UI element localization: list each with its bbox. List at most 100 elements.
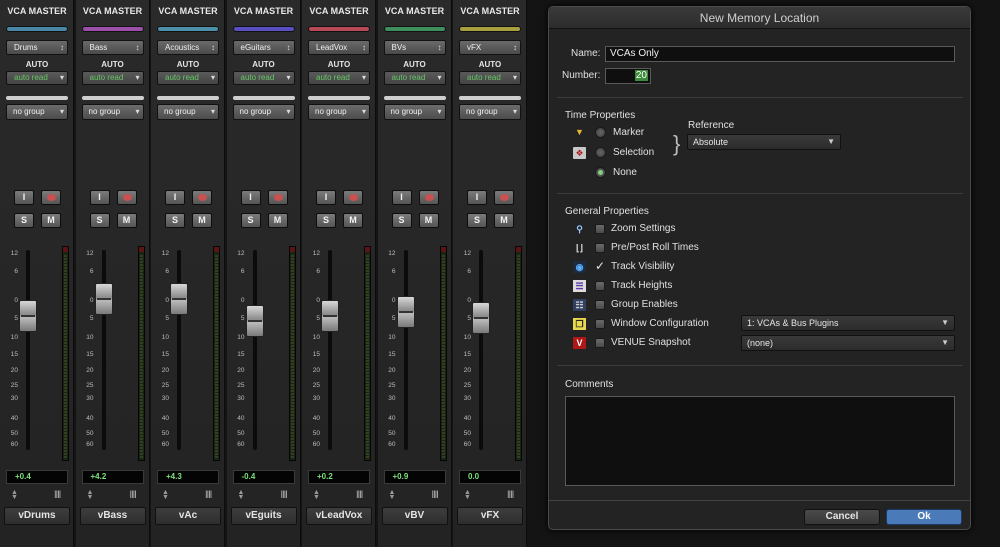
venue-snapshot-dropdown[interactable]: (none) ▼ [741,335,955,351]
insert-slot[interactable] [81,96,144,100]
solo-button[interactable]: S [316,213,336,228]
checkbox[interactable] [595,243,605,253]
output-selector[interactable]: Bass ↕ [81,40,144,55]
sends-icon[interactable]: ‖‖ [356,490,363,501]
input-monitor-button[interactable]: I [391,190,412,205]
mute-button[interactable]: M [494,213,514,228]
input-monitor-button[interactable]: I [89,190,110,205]
mute-button[interactable]: M [418,213,439,228]
output-selector[interactable]: LeadVox ↕ [308,40,370,55]
none-radio[interactable] [595,167,606,178]
track-color-bar[interactable] [81,26,144,32]
output-selector[interactable]: Drums ↕ [6,40,68,55]
track-color-bar[interactable] [308,26,370,32]
automation-mode-selector[interactable]: auto read ▾ [232,71,295,85]
checkbox[interactable] [595,319,605,329]
number-input[interactable]: 20 [605,68,651,84]
mute-button[interactable]: M [41,213,61,228]
mute-button[interactable]: M [116,213,137,228]
volume-readout[interactable]: +4.3 [157,470,219,484]
updown-arrow-icon[interactable]: ▲ ▼ [238,489,245,501]
updown-arrow-icon[interactable]: ▲ ▼ [464,489,471,501]
record-button[interactable] [267,190,288,205]
input-monitor-button[interactable]: I [165,190,185,205]
volume-readout[interactable]: +0.2 [308,470,370,484]
record-button[interactable] [192,190,212,205]
insert-slot[interactable] [232,96,295,100]
updown-arrow-icon[interactable]: ▲ ▼ [11,489,18,501]
sends-icon[interactable]: ‖‖ [507,490,514,501]
track-name[interactable]: vBV [381,507,448,525]
mute-button[interactable]: M [267,213,288,228]
clip-indicator[interactable] [516,247,521,252]
marker-radio[interactable] [595,127,606,138]
track-color-bar[interactable] [6,26,68,32]
automation-mode-selector[interactable]: auto read ▾ [459,71,521,85]
group-selector[interactable]: no group ▾ [81,104,144,120]
updown-arrow-icon[interactable]: ▲ ▼ [162,489,169,501]
group-selector[interactable]: no group ▾ [157,104,219,120]
record-button[interactable] [494,190,514,205]
clip-indicator[interactable] [138,247,144,252]
checkbox[interactable] [595,300,605,310]
group-selector[interactable]: no group ▾ [383,104,446,120]
group-selector[interactable]: no group ▾ [459,104,521,120]
input-monitor-button[interactable]: I [14,190,34,205]
sends-icon[interactable]: ‖‖ [281,490,288,501]
track-name[interactable]: vLeadVox [306,507,372,525]
output-selector[interactable]: BVs ↕ [383,40,446,55]
updown-arrow-icon[interactable]: ▲ ▼ [313,489,320,501]
sends-icon[interactable]: ‖‖ [205,490,212,501]
record-button[interactable] [41,190,61,205]
reference-dropdown[interactable]: Absolute ▼ [687,134,841,150]
sends-icon[interactable]: ‖‖ [130,490,137,501]
track-color-bar[interactable] [459,26,521,32]
track-color-bar[interactable] [157,26,219,32]
volume-fader[interactable] [245,305,264,337]
volume-fader[interactable] [321,299,339,332]
volume-fader[interactable] [19,299,37,332]
volume-fader[interactable] [170,283,188,315]
volume-fader[interactable] [94,283,113,315]
solo-button[interactable]: S [240,213,261,228]
insert-slot[interactable] [308,96,370,100]
automation-mode-selector[interactable]: auto read ▾ [6,71,68,85]
solo-button[interactable]: S [14,213,34,228]
volume-readout[interactable]: +0.4 [6,470,68,484]
output-selector[interactable]: vFX ↕ [459,40,521,55]
clip-indicator[interactable] [214,247,219,252]
group-selector[interactable]: no group ▾ [6,104,68,120]
solo-button[interactable]: S [391,213,412,228]
volume-fader[interactable] [396,296,415,329]
solo-button[interactable]: S [165,213,185,228]
ok-button[interactable]: Ok [886,509,962,525]
input-monitor-button[interactable]: I [240,190,261,205]
input-monitor-button[interactable]: I [316,190,336,205]
checkbox[interactable] [595,338,605,348]
mute-button[interactable]: M [343,213,363,228]
record-button[interactable] [116,190,137,205]
sends-icon[interactable]: ‖‖ [432,490,439,501]
group-selector[interactable]: no group ▾ [308,104,370,120]
record-button[interactable] [343,190,363,205]
volume-readout[interactable]: +4.2 [81,470,144,484]
input-monitor-button[interactable]: I [467,190,487,205]
updown-arrow-icon[interactable]: ▲ ▼ [389,489,396,501]
automation-mode-selector[interactable]: auto read ▾ [308,71,370,85]
track-name[interactable]: vAc [155,507,221,525]
volume-readout[interactable]: -0.4 [232,470,295,484]
clip-indicator[interactable] [440,247,446,252]
solo-button[interactable]: S [89,213,110,228]
volume-fader[interactable] [472,301,490,334]
checkbox[interactable]: ✓ [595,260,605,272]
track-name[interactable]: vEguits [230,507,297,525]
insert-slot[interactable] [157,96,219,100]
output-selector[interactable]: Acoustics ↕ [157,40,219,55]
volume-readout[interactable]: +0.9 [383,470,446,484]
insert-slot[interactable] [459,96,521,100]
clip-indicator[interactable] [365,247,370,252]
comments-textarea[interactable] [565,396,955,486]
track-name[interactable]: vBass [79,507,146,525]
window-config-dropdown[interactable]: 1: VCAs & Bus Plugins ▼ [741,315,955,331]
clip-indicator[interactable] [63,247,68,252]
